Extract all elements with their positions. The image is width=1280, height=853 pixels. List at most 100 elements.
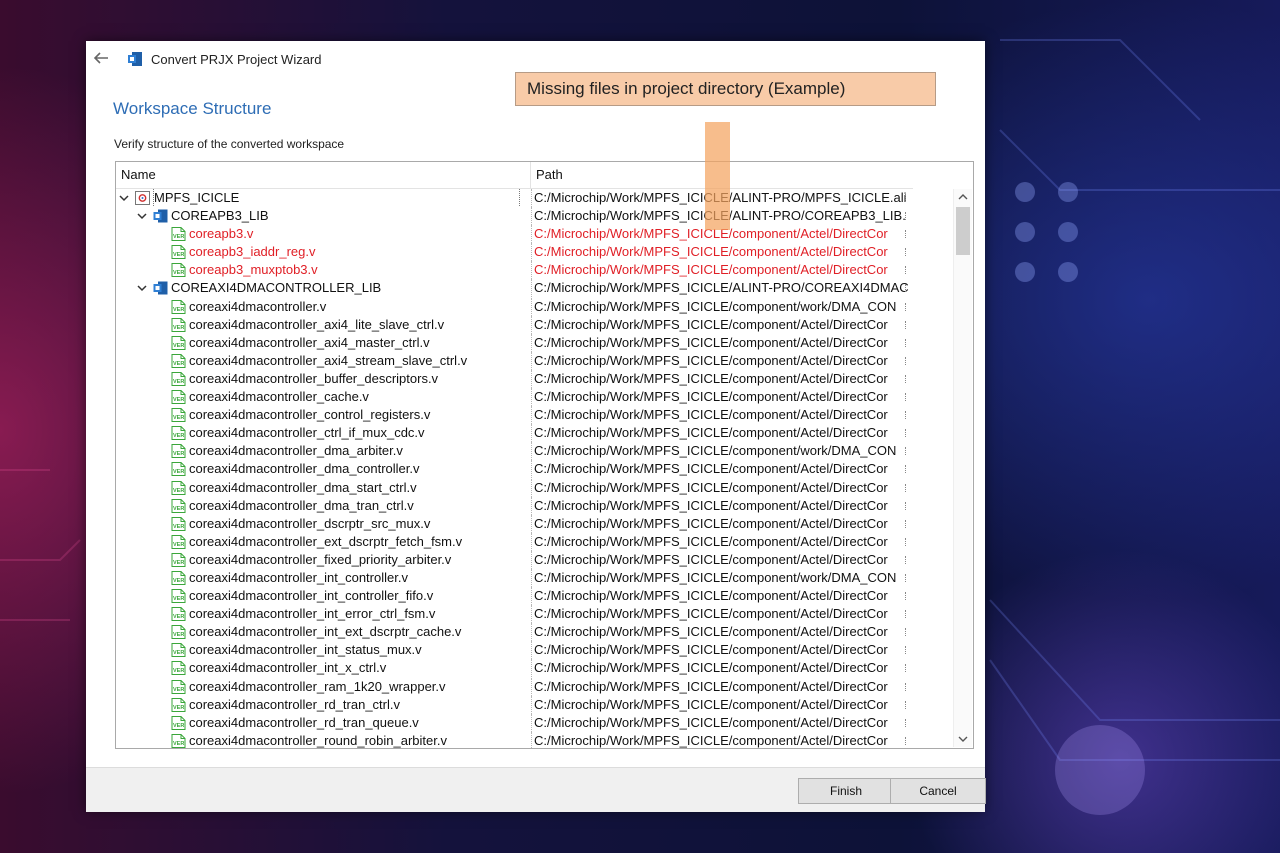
name-cell: VER coreaxi4dmacontroller_int_controller_… (116, 587, 530, 605)
verilog-file-icon: VER (171, 552, 186, 567)
svg-text:VER: VER (173, 361, 184, 367)
scrollbar-thumb[interactable] (956, 207, 970, 255)
truncation-marker (905, 429, 908, 438)
truncation-marker (905, 592, 908, 601)
page-subtitle: Verify structure of the converted worksp… (114, 137, 345, 151)
file-row[interactable]: VER coreaxi4dmacontroller_int_controller_… (116, 587, 913, 606)
truncation-marker (905, 700, 908, 709)
scroll-up-icon[interactable] (958, 193, 968, 201)
page-title: Workspace Structure (113, 99, 272, 118)
file-row[interactable]: VER coreaxi4dmacontroller_axi4_stream_sla… (116, 351, 913, 370)
svg-text:VER: VER (173, 379, 184, 385)
verilog-file-icon: VER (171, 317, 186, 332)
path-cell: C:/Microchip/Work/MPFS_ICICLE/component/… (531, 442, 911, 461)
file-row[interactable]: VER coreaxi4dmacontroller_rd_tran_queue.v… (116, 713, 913, 732)
back-arrow-icon[interactable] (92, 50, 110, 66)
file-row[interactable]: VER coreaxi4dmacontroller_dscrptr_src_mux… (116, 514, 913, 533)
verilog-file-icon: VER (171, 715, 186, 730)
row-name-label: COREAPB3_LIB (171, 208, 269, 224)
truncation-marker (905, 501, 908, 510)
row-path-label: C:/Microchip/Work/MPFS_ICICLE/component/… (534, 352, 888, 368)
row-name-label: coreaxi4dmacontroller_buffer_descriptors… (189, 370, 439, 386)
svg-text:VER: VER (173, 632, 184, 638)
library-icon (153, 209, 168, 223)
name-cell: VER coreapb3_iaddr_reg.v (116, 243, 530, 261)
row-path-label: C:/Microchip/Work/MPFS_ICICLE/component/… (534, 569, 897, 585)
file-row[interactable]: VER coreaxi4dmacontroller_ctrl_if_mux_cdc… (116, 424, 913, 443)
workspace-row[interactable]: MPFS_ICICLEC:/Microchip/Work/MPFS_ICICLE… (116, 189, 913, 207)
row-name-label: coreaxi4dmacontroller_int_error_ctrl_fsm… (189, 606, 436, 622)
file-row[interactable]: VER coreaxi4dmacontroller_int_status_mux.… (116, 641, 913, 660)
file-row[interactable]: VER coreaxi4dmacontroller_dma_tran_ctrl.v… (116, 496, 913, 515)
svg-text:VER: VER (173, 723, 184, 729)
file-row[interactable]: VER coreaxi4dmacontroller_round_robin_arb… (116, 731, 913, 748)
row-name-label: coreaxi4dmacontroller_dscrptr_src_mux.v (189, 515, 431, 531)
row-name-label: coreaxi4dmacontroller_ctrl_if_mux_cdc.v (189, 425, 425, 441)
row-name-label: coreaxi4dmacontroller_round_robin_arbite… (189, 732, 447, 748)
file-row[interactable]: VER coreapb3.v C:/Microchip/Work/MPFS_ICIC… (116, 225, 913, 244)
verilog-file-icon: VER (171, 480, 186, 495)
path-cell: C:/Microchip/Work/MPFS_ICICLE/component/… (531, 713, 911, 732)
file-row[interactable]: VER coreaxi4dmacontroller.v C:/Microchip/W… (116, 297, 913, 316)
finish-button[interactable]: Finish (798, 778, 894, 804)
verilog-file-icon: VER (171, 408, 186, 423)
row-name-label: coreaxi4dmacontroller_axi4_lite_slave_ct… (189, 316, 445, 332)
file-row[interactable]: VER coreaxi4dmacontroller_int_ext_dscrptr… (116, 623, 913, 642)
row-path-label: C:/Microchip/Work/MPFS_ICICLE/component/… (534, 588, 888, 604)
verilog-file-icon: VER (171, 570, 186, 585)
file-row[interactable]: VER coreaxi4dmacontroller_dma_controller.… (116, 460, 913, 479)
file-row[interactable]: VER coreaxi4dmacontroller_cache.v C:/Micro… (116, 388, 913, 407)
cancel-button[interactable]: Cancel (890, 778, 986, 804)
row-name-label: coreaxi4dmacontroller_int_controller_fif… (189, 588, 434, 604)
file-row[interactable]: VER coreaxi4dmacontroller_dma_arbiter.v C:… (116, 442, 913, 461)
truncation-marker (905, 393, 908, 402)
file-row[interactable]: VER coreapb3_iaddr_reg.v C:/Microchip/Work… (116, 243, 913, 262)
svg-text:VER: VER (173, 506, 184, 512)
path-cell: C:/Microchip/Work/MPFS_ICICLE/component/… (531, 496, 911, 515)
chevron-down-icon[interactable] (119, 193, 129, 203)
file-row[interactable]: VER coreaxi4dmacontroller_ext_dscrptr_fet… (116, 532, 913, 551)
chevron-down-icon[interactable] (137, 283, 147, 293)
scroll-down-icon[interactable] (958, 735, 968, 743)
path-cell: C:/Microchip/Work/MPFS_ICICLE/component/… (531, 315, 911, 334)
name-cell: VER coreaxi4dmacontroller_int_x_ctrl.v (116, 659, 530, 677)
file-row[interactable]: VER coreaxi4dmacontroller_axi4_master_ctr… (116, 333, 913, 352)
truncation-marker (905, 356, 908, 365)
verilog-file-icon: VER (171, 353, 186, 368)
library-row[interactable]: COREAXI4DMACONTROLLER_LIB C:/Microchip/Wo… (116, 279, 913, 298)
file-row[interactable]: VER coreaxi4dmacontroller_int_x_ctrl.v C:/… (116, 659, 913, 678)
column-header-name[interactable]: Name (116, 162, 531, 188)
name-cell: VER coreaxi4dmacontroller_dma_arbiter.v (116, 442, 530, 460)
file-row[interactable]: VER coreaxi4dmacontroller_int_controller.… (116, 568, 913, 587)
name-cell: VER coreaxi4dmacontroller_int_status_mux.… (116, 641, 530, 659)
path-cell: C:/Microchip/Work/MPFS_ICICLE/component/… (531, 731, 911, 748)
verilog-file-icon: VER (171, 661, 186, 676)
svg-text:VER: VER (173, 469, 184, 475)
file-row[interactable]: VER coreapb3_muxptob3.v C:/Microchip/Work/… (116, 261, 913, 280)
file-row[interactable]: VER coreaxi4dmacontroller_dma_start_ctrl.… (116, 478, 913, 497)
row-path-label: C:/Microchip/Work/MPFS_ICICLE/component/… (534, 696, 888, 712)
row-name-label: coreaxi4dmacontroller_fixed_priority_arb… (189, 551, 452, 567)
file-row[interactable]: VER coreaxi4dmacontroller_rd_tran_ctrl.v C… (116, 695, 913, 714)
name-cell: VER coreaxi4dmacontroller_axi4_stream_sla… (116, 352, 530, 370)
chevron-down-icon[interactable] (137, 211, 147, 221)
svg-text:VER: VER (173, 705, 184, 711)
file-row[interactable]: VER coreaxi4dmacontroller_int_error_ctrl_… (116, 605, 913, 624)
row-name-label: coreaxi4dmacontroller_control_registers.… (189, 407, 431, 423)
file-row[interactable]: VER coreaxi4dmacontroller_control_registe… (116, 406, 913, 425)
svg-text:VER: VER (173, 578, 184, 584)
truncation-marker (905, 646, 908, 655)
library-row[interactable]: COREAPB3_LIBC:/Microchip/Work/MPFS_ICICL… (116, 207, 913, 226)
name-cell: VER coreaxi4dmacontroller_dscrptr_src_mux… (116, 515, 530, 533)
row-name-label: coreaxi4dmacontroller_axi4_stream_slave_… (189, 352, 468, 368)
path-cell: C:/Microchip/Work/MPFS_ICICLE/component/… (531, 605, 911, 624)
file-row[interactable]: VER coreaxi4dmacontroller_axi4_lite_slave… (116, 315, 913, 334)
file-row[interactable]: VER coreaxi4dmacontroller_ram_1k20_wrappe… (116, 677, 913, 696)
file-row[interactable]: VER coreaxi4dmacontroller_buffer_descript… (116, 369, 913, 388)
row-path-label: C:/Microchip/Work/MPFS_ICICLE/component/… (534, 389, 888, 405)
svg-text:VER: VER (173, 415, 184, 421)
file-row[interactable]: VER coreaxi4dmacontroller_fixed_priority_… (116, 550, 913, 569)
vertical-scrollbar[interactable] (953, 189, 972, 747)
workspace-tree-grid[interactable]: Name Path MPFS_ICICLE C:/Microchip/Work/M… (115, 161, 974, 749)
grid-header: Name Path (116, 162, 913, 189)
